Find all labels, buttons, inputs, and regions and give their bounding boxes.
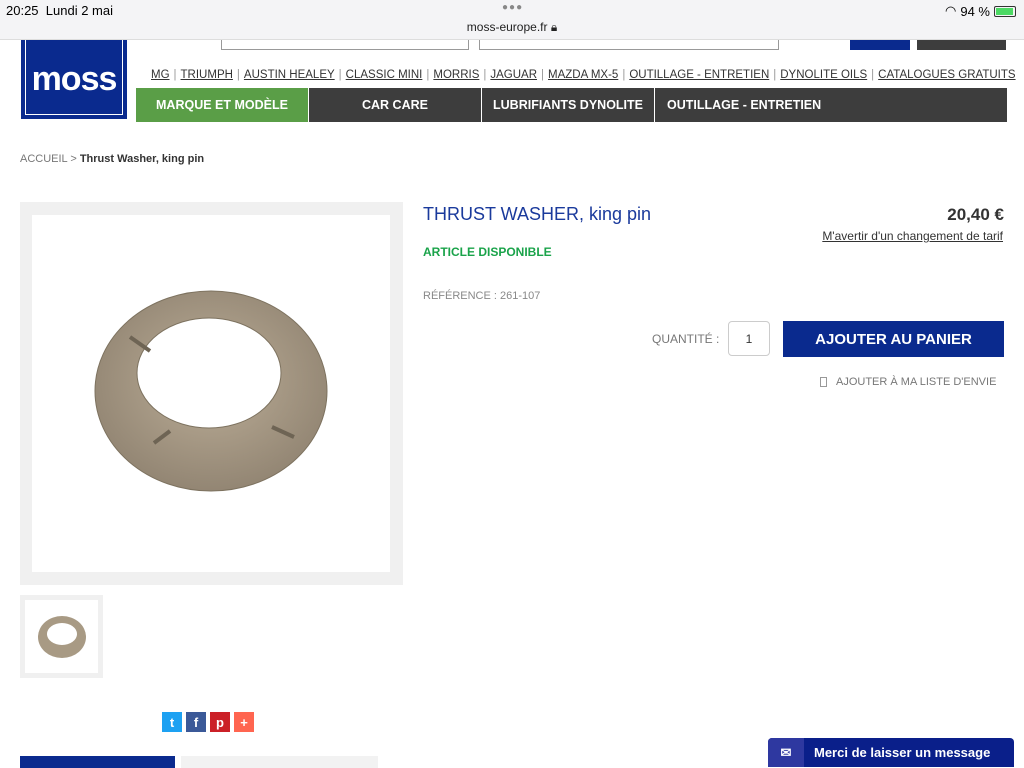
- separator: |: [541, 69, 545, 81]
- nav-outillage[interactable]: OUTILLAGE - ENTRETIEN: [655, 88, 828, 122]
- bookmark-icon: [820, 377, 827, 387]
- add-to-cart-button[interactable]: AJOUTER AU PANIER: [783, 321, 1004, 357]
- address-bar[interactable]: moss-europe.fr 🔒︎: [0, 20, 1024, 35]
- brand-link[interactable]: AUSTIN HEALEY: [244, 69, 335, 81]
- brand-link[interactable]: OUTILLAGE - ENTRETIEN: [629, 69, 769, 81]
- status-time: 20:25 Lundi 2 mai: [6, 3, 113, 18]
- wifi-icon: ◠: [945, 3, 957, 18]
- nav-lubrifiants[interactable]: LUBRIFIANTS DYNOLITE: [482, 88, 655, 122]
- battery-level: 94 %: [960, 3, 990, 19]
- moss-logo[interactable]: moss: [21, 30, 127, 119]
- nav-car-care[interactable]: CAR CARE: [309, 88, 482, 122]
- brand-link[interactable]: MORRIS: [433, 69, 479, 81]
- chat-widget[interactable]: ✉ Merci de laisser un message: [768, 738, 1014, 767]
- facebook-icon[interactable]: f: [186, 712, 206, 732]
- brand-links: MG | TRIUMPH | AUSTIN HEALEY | CLASSIC MINI | MO…: [151, 69, 1016, 81]
- separator: |: [338, 69, 342, 81]
- availability-status: ARTICLE DISPONIBLE: [423, 245, 552, 259]
- lock-icon: 🔒︎: [550, 20, 558, 34]
- wishlist-link[interactable]: AJOUTER À MA LISTE D'ENVIE: [820, 376, 996, 388]
- product-title: THRUST WASHER, king pin: [423, 204, 652, 224]
- status-right: ◠ 94 %: [945, 3, 1016, 19]
- brand-link[interactable]: TRIUMPH: [181, 69, 233, 81]
- breadcrumb: ACCUEIL > Thrust Washer, king pin: [20, 153, 205, 165]
- product-reference: RÉFÉRENCE : 261-107: [423, 290, 541, 302]
- breadcrumb-home[interactable]: ACCUEIL: [20, 153, 67, 165]
- plus-icon[interactable]: +: [234, 712, 254, 732]
- washer-thumbnail: [38, 616, 86, 658]
- separator: |: [773, 69, 777, 81]
- separator: |: [871, 69, 875, 81]
- separator: |: [483, 69, 487, 81]
- envelope-icon: ✉: [768, 738, 804, 767]
- battery-icon: [994, 5, 1016, 17]
- tab-second[interactable]: [181, 756, 378, 768]
- tab-description[interactable]: [20, 756, 175, 768]
- brand-link[interactable]: CATALOGUES GRATUITS: [878, 69, 1015, 81]
- more-dots-icon[interactable]: ●●●: [502, 2, 523, 13]
- brand-link[interactable]: JAGUAR: [490, 69, 537, 81]
- brand-link[interactable]: MAZDA MX-5: [548, 69, 618, 81]
- breadcrumb-current: Thrust Washer, king pin: [79, 153, 205, 165]
- quantity-input[interactable]: [728, 321, 770, 356]
- separator: |: [426, 69, 430, 81]
- separator: |: [236, 69, 240, 81]
- nav-marque-modele[interactable]: MARQUE ET MODÈLE: [136, 88, 309, 122]
- thumbnail[interactable]: [20, 595, 103, 678]
- share-buttons: t f p +: [162, 712, 254, 732]
- product-price: 20,40 €: [947, 205, 1004, 224]
- main-nav: MARQUE ET MODÈLE CAR CARE LUBRIFIANTS DY…: [136, 88, 1007, 122]
- status-bar: 20:25 Lundi 2 mai ●●● moss-europe.fr 🔒︎ …: [0, 0, 1024, 40]
- separator: |: [622, 69, 626, 81]
- product-image[interactable]: [20, 202, 403, 585]
- brand-link[interactable]: MG: [151, 69, 170, 81]
- pinterest-icon[interactable]: p: [210, 712, 230, 732]
- separator: |: [173, 69, 177, 81]
- price-alert-link[interactable]: M'avertir d'un changement de tarif: [822, 229, 1003, 243]
- washer-image: [94, 290, 328, 492]
- brand-link[interactable]: CLASSIC MINI: [346, 69, 423, 81]
- brand-link[interactable]: DYNOLITE OILS: [780, 69, 867, 81]
- quantity-label: QUANTITÉ :: [652, 332, 720, 346]
- twitter-icon[interactable]: t: [162, 712, 182, 732]
